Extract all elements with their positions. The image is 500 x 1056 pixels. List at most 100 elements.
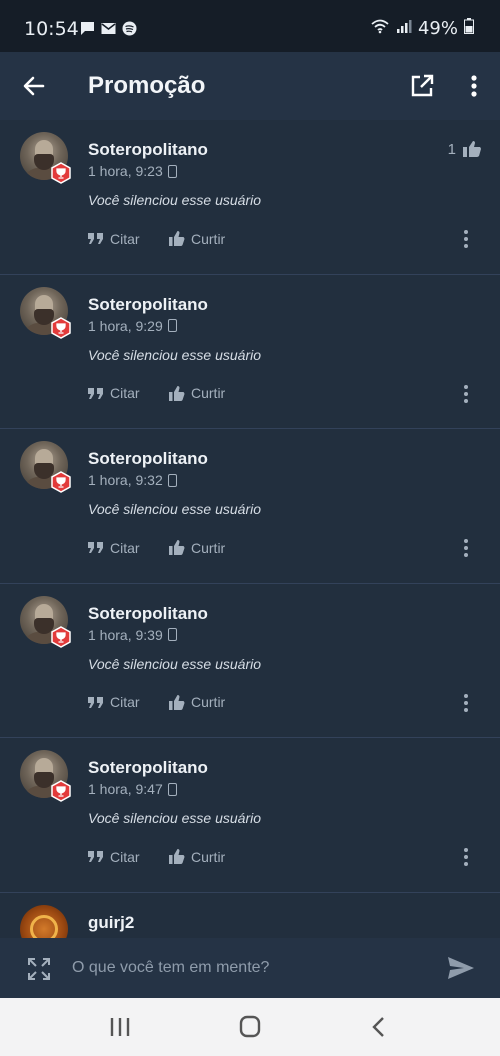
post-content: Você silenciou esse usuário <box>88 192 262 208</box>
post-author[interactable]: Soteropolitano <box>88 758 208 778</box>
quote-button[interactable]: Citar <box>87 539 140 556</box>
post-time: 1 hora, 9:47 <box>88 781 163 797</box>
post-meta: 1 hora, 9:47 <box>88 781 177 797</box>
more-vertical-icon[interactable] <box>460 70 488 102</box>
post-menu-icon[interactable] <box>458 691 474 715</box>
send-icon[interactable] <box>446 954 476 982</box>
post-meta: 1 hora, 9:39 <box>88 627 177 643</box>
post-content: Você silenciou esse usuário <box>88 346 262 363</box>
post-menu-icon[interactable] <box>458 536 474 560</box>
spotify-icon <box>122 21 137 36</box>
trophy-badge-icon <box>50 316 72 339</box>
message-input[interactable] <box>72 950 432 986</box>
wifi-icon <box>370 18 390 39</box>
trophy-badge-icon <box>50 471 72 493</box>
like-button[interactable]: Curtir <box>168 694 225 711</box>
quote-icon <box>88 542 103 553</box>
like-count-value: 1 <box>447 140 456 158</box>
system-status: 49% <box>370 18 474 39</box>
thumbs-up-icon <box>463 141 481 157</box>
thumbs-up-icon <box>169 849 185 864</box>
quote-icon <box>88 696 103 708</box>
post-content: Você silenciou esse usuário <box>88 655 262 672</box>
system-nav-bar <box>0 998 500 1056</box>
mobile-device-icon <box>167 164 177 178</box>
app-bar: Promoção <box>0 52 500 120</box>
mail-icon <box>101 21 116 36</box>
post-author[interactable]: Soteropolitano <box>88 449 208 469</box>
mobile-device-icon <box>167 319 177 332</box>
status-bar: 10:54 49% <box>0 0 500 52</box>
post-item: Soteropolitano 1 hora, 9:29 Você silenci… <box>0 275 500 429</box>
like-button[interactable]: Curtir <box>168 539 225 556</box>
back-arrow-icon[interactable] <box>18 70 50 102</box>
quote-label: Citar <box>110 848 140 865</box>
post-menu-icon[interactable] <box>458 382 474 406</box>
post-time: 1 hora, 9:29 <box>88 317 163 334</box>
battery-icon <box>464 18 474 39</box>
thumbs-up-icon <box>169 231 185 246</box>
post-author[interactable]: Soteropolitano <box>88 140 208 160</box>
post-item: Soteropolitano 1 hora, 9:32 Você silenci… <box>0 429 500 584</box>
reply-composer <box>0 938 500 998</box>
status-time: 10:54 <box>24 18 79 40</box>
like-button[interactable]: Curtir <box>168 230 225 247</box>
like-count: 1 <box>448 140 482 158</box>
like-button[interactable]: Curtir <box>168 385 225 402</box>
quote-button[interactable]: Citar <box>87 385 140 402</box>
post-author[interactable]: Soteropolitano <box>88 604 208 624</box>
like-label: Curtir <box>191 848 226 865</box>
post-time: 1 hora, 9:32 <box>88 472 163 488</box>
chat-icon <box>80 21 95 36</box>
post-item: Soteropolitano 1 hora, 9:23 Você silenci… <box>0 120 500 275</box>
quote-icon <box>88 387 103 399</box>
post-time: 1 hora, 9:39 <box>88 626 163 643</box>
quote-label: Citar <box>110 385 140 401</box>
trophy-badge-icon <box>50 780 72 802</box>
open-external-icon[interactable] <box>406 70 438 102</box>
recent-apps-icon[interactable] <box>105 1013 135 1041</box>
mobile-device-icon <box>167 628 177 641</box>
post-content: Você silenciou esse usuário <box>88 810 262 826</box>
back-nav-icon[interactable] <box>364 1013 394 1041</box>
expand-icon[interactable] <box>25 955 53 983</box>
battery-text: 49% <box>417 18 458 39</box>
mobile-device-icon <box>167 782 177 796</box>
like-label: Curtir <box>191 230 226 247</box>
like-label: Curtir <box>191 385 226 401</box>
post-meta: 1 hora, 9:29 <box>88 318 177 334</box>
quote-label: Citar <box>110 230 140 247</box>
quote-icon <box>88 233 103 244</box>
mobile-device-icon <box>167 473 177 487</box>
post-menu-icon[interactable] <box>458 227 474 251</box>
thumbs-up-icon <box>169 694 185 710</box>
trophy-badge-icon <box>50 162 72 184</box>
thumbs-up-icon <box>169 385 185 401</box>
post-time: 1 hora, 9:23 <box>88 163 163 179</box>
quote-button[interactable]: Citar <box>87 848 140 865</box>
quote-label: Citar <box>110 539 140 556</box>
avatar[interactable] <box>20 904 68 938</box>
post-content: Você silenciou esse usuário <box>88 501 262 517</box>
post-menu-icon[interactable] <box>458 845 474 869</box>
post-item: Soteropolitano 1 hora, 9:47 Você silenci… <box>0 738 500 893</box>
like-button[interactable]: Curtir <box>168 848 225 865</box>
quote-button[interactable]: Citar <box>87 230 140 247</box>
post-author[interactable]: guirj2 <box>88 913 134 933</box>
trophy-badge-icon <box>50 625 72 648</box>
like-label: Curtir <box>191 694 226 710</box>
like-label: Curtir <box>191 539 226 556</box>
post-meta: 1 hora, 9:23 <box>88 163 177 179</box>
page-title: Promoção <box>88 72 206 99</box>
home-icon[interactable] <box>235 1013 265 1041</box>
post-item: Soteropolitano 1 hora, 9:39 Você silenci… <box>0 584 500 738</box>
quote-button[interactable]: Citar <box>87 694 140 711</box>
quote-label: Citar <box>110 694 140 710</box>
thumbs-up-icon <box>169 540 185 555</box>
quote-icon <box>88 851 103 862</box>
signal-icon <box>396 18 412 39</box>
post-list: Soteropolitano 1 hora, 9:23 Você silenci… <box>0 120 500 938</box>
notification-icons <box>80 21 137 36</box>
post-author[interactable]: Soteropolitano <box>88 295 208 315</box>
post-meta: 1 hora, 9:32 <box>88 472 177 488</box>
